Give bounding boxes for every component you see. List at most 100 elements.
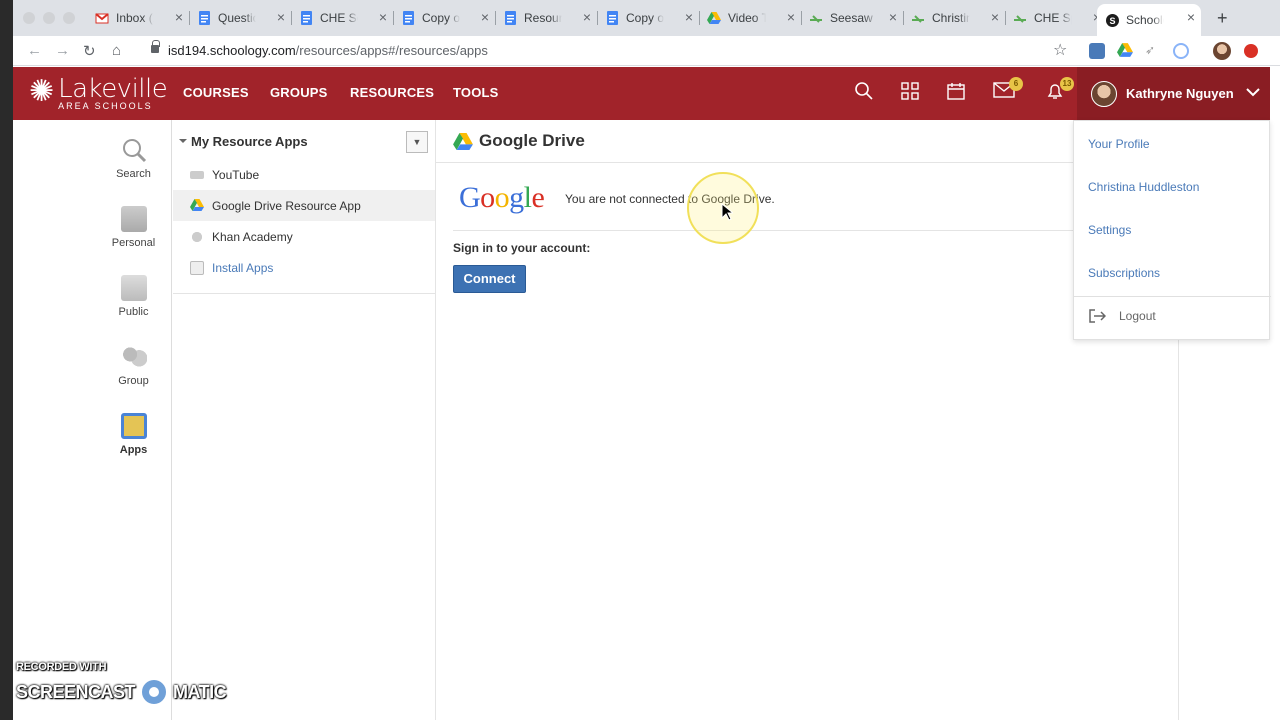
group-icon — [120, 344, 147, 370]
calendar-icon[interactable] — [945, 81, 967, 103]
browser-tab[interactable]: Copy of × — [597, 4, 700, 32]
personal-icon — [120, 206, 147, 232]
seesaw-icon — [911, 11, 925, 25]
logout-icon — [1088, 309, 1106, 323]
signin-label: Sign in to your account: — [453, 241, 591, 255]
resource-item-youtube[interactable]: YouTube — [173, 159, 435, 190]
menu-divider — [1074, 296, 1271, 297]
resource-apps-title[interactable]: My Resource Apps — [179, 134, 308, 149]
youtube-icon — [190, 170, 204, 179]
seesaw-icon — [1013, 11, 1027, 25]
menu-item-settings[interactable]: Settings — [1088, 223, 1131, 237]
browser-tab[interactable]: Questio × — [189, 4, 292, 32]
search-icon — [121, 137, 147, 163]
rail-item-search[interactable]: Search — [95, 137, 172, 180]
tab-close-icon[interactable]: × — [481, 9, 489, 25]
menu-item-subscriptions[interactable]: Subscriptions — [1088, 266, 1160, 280]
tab-close-icon[interactable]: × — [277, 9, 285, 25]
tab-close-icon[interactable]: × — [583, 9, 591, 25]
new-tab-button[interactable]: + — [1217, 8, 1228, 29]
drive-extension-icon[interactable] — [1117, 43, 1133, 59]
user-menu-button[interactable]: Kathryne Nguyen — [1077, 67, 1270, 120]
browser-tab[interactable]: Inbox (1 × — [87, 4, 190, 32]
reload-icon[interactable]: ↻ — [83, 42, 96, 60]
panel-divider — [435, 120, 436, 720]
nav-groups[interactable]: GROUPS — [270, 85, 328, 100]
back-icon[interactable]: ← — [27, 42, 42, 59]
rail-item-public[interactable]: Public — [95, 275, 172, 318]
mail-icon[interactable]: 6 — [993, 77, 1023, 103]
page-title: Google Drive — [453, 131, 585, 151]
menu-item-account[interactable]: Christina Huddleston — [1088, 180, 1199, 194]
rail-item-personal[interactable]: Personal — [95, 206, 172, 249]
nav-tools[interactable]: TOOLS — [453, 85, 499, 100]
mail-badge: 6 — [1009, 77, 1023, 91]
divider — [453, 230, 1073, 231]
browser-tab[interactable]: Copy of × — [393, 4, 496, 32]
forward-icon[interactable]: → — [55, 42, 70, 59]
tab-close-icon[interactable]: × — [1187, 9, 1195, 25]
screencast-logo-icon — [139, 677, 170, 707]
tab-close-icon[interactable]: × — [379, 9, 387, 25]
window-controls[interactable] — [23, 12, 75, 24]
resource-options-dropdown[interactable]: ▼ — [406, 131, 428, 153]
profile-avatar-icon[interactable] — [1213, 42, 1231, 60]
drive-icon — [190, 198, 204, 213]
apps-icon — [120, 413, 147, 439]
user-dropdown-menu: Your Profile Christina Huddleston Settin… — [1073, 120, 1271, 340]
home-icon[interactable]: ⌂ — [112, 42, 121, 59]
seesaw-icon — [809, 11, 823, 25]
cursor-extension-icon[interactable]: ➶ — [1145, 43, 1161, 59]
search-icon[interactable] — [853, 81, 875, 103]
url-bar[interactable]: isd194.schoology.com/resources/apps#/res… — [168, 43, 488, 58]
browser-tab[interactable]: CHE Sp × — [1005, 4, 1107, 32]
user-name: Kathryne Nguyen — [1126, 86, 1234, 101]
khan-academy-icon — [190, 229, 204, 244]
tab-close-icon[interactable]: × — [991, 9, 999, 25]
tab-close-icon[interactable]: × — [175, 9, 183, 25]
schoology-icon: S — [1105, 13, 1119, 27]
bookmark-star-icon[interactable]: ☆ — [1053, 40, 1067, 60]
rail-item-group[interactable]: Group — [95, 344, 172, 387]
menu-alert-icon[interactable] — [1244, 44, 1258, 58]
browser-tab[interactable]: Christin × — [903, 4, 1006, 32]
chevron-down-icon — [1246, 81, 1260, 102]
resource-apps-panel: My Resource Apps ▼ YouTube Google Drive … — [173, 120, 435, 294]
resource-item-khan-academy[interactable]: Khan Academy — [173, 221, 435, 252]
record-extension-icon[interactable] — [1173, 43, 1189, 59]
logo-star-icon: ✺ — [29, 75, 55, 108]
docs-icon — [401, 11, 415, 25]
browser-tab[interactable]: CHE Se × — [291, 4, 394, 32]
bell-icon[interactable]: 13 — [1044, 77, 1074, 103]
resources-rail: Search Personal Public Group Apps — [95, 120, 172, 720]
browser-toolbar: ← → ↻ ⌂ isd194.schoology.com/resources/a… — [13, 36, 1280, 66]
browser-tab-active[interactable]: S Schoolo × — [1097, 4, 1201, 36]
menu-item-logout[interactable]: Logout — [1088, 309, 1156, 323]
browser-tab[interactable]: Seesaw × — [801, 4, 904, 32]
menu-item-your-profile[interactable]: Your Profile — [1088, 137, 1150, 151]
avatar — [1091, 80, 1117, 107]
drive-icon — [453, 132, 473, 150]
docs-icon — [197, 11, 211, 25]
nav-courses[interactable]: COURSES — [183, 85, 249, 100]
tab-close-icon[interactable]: × — [787, 9, 795, 25]
browser-tab-strip: Inbox (1 × Questio × CHE Se × Copy of × … — [13, 0, 1280, 36]
left-edge-strip — [0, 0, 13, 720]
google-logo: Google — [459, 181, 545, 214]
lakeville-logo[interactable]: ✺ Lakeville AREA SCHOOLS — [29, 75, 168, 111]
apps-grid-icon[interactable] — [899, 81, 921, 103]
browser-tab[interactable]: Resourc × — [495, 4, 598, 32]
install-apps-link[interactable]: Install Apps — [173, 252, 435, 283]
connect-button[interactable]: Connect — [453, 265, 526, 293]
nav-resources[interactable]: RESOURCES — [350, 85, 434, 100]
drive-icon — [707, 11, 721, 25]
notification-badge: 13 — [1060, 77, 1074, 91]
public-icon — [120, 275, 147, 301]
rail-item-apps[interactable]: Apps — [95, 413, 172, 456]
resource-item-google-drive[interactable]: Google Drive Resource App — [173, 190, 435, 221]
tab-close-icon[interactable]: × — [685, 9, 693, 25]
browser-tab[interactable]: Video Tu × — [699, 4, 802, 32]
tab-close-icon[interactable]: × — [889, 9, 897, 25]
extension-icon[interactable] — [1089, 43, 1105, 59]
install-apps-icon — [190, 260, 204, 275]
